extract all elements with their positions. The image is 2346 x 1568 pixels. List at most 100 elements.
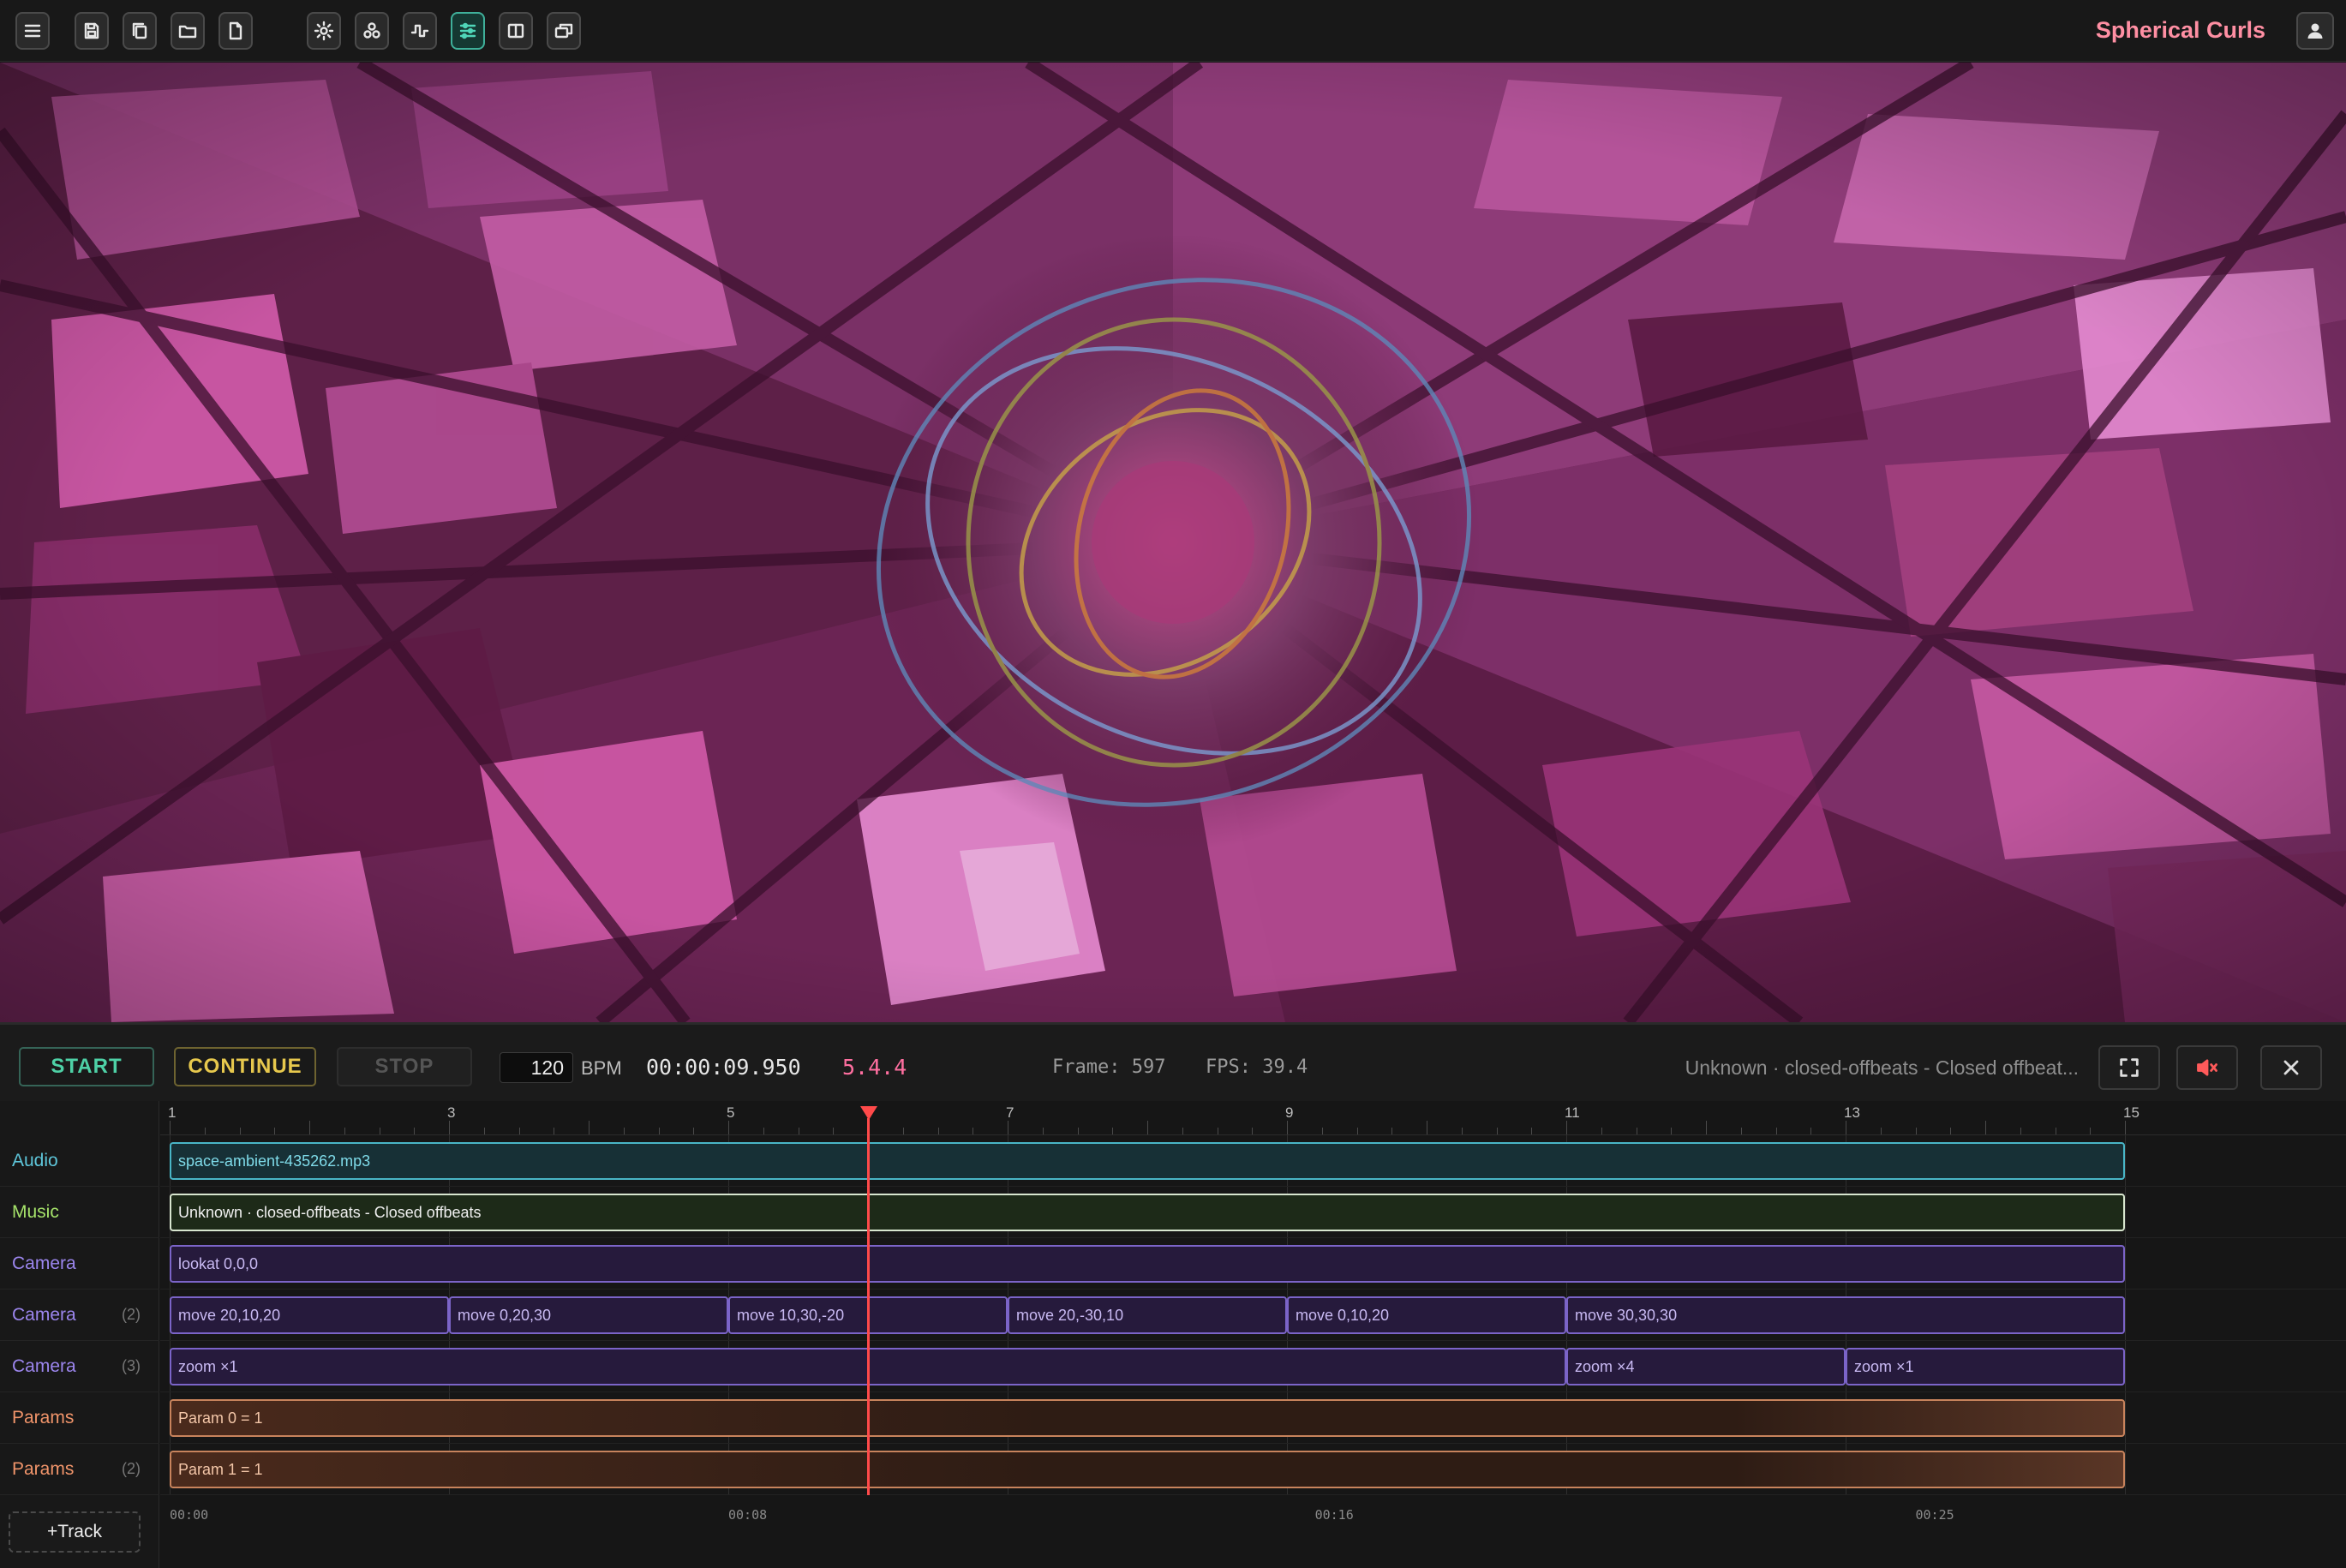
windows-icon bbox=[554, 23, 573, 39]
molecule-icon bbox=[363, 22, 380, 39]
menu-button[interactable] bbox=[15, 12, 50, 50]
ruler-tick bbox=[1182, 1128, 1183, 1134]
ruler-tick bbox=[1985, 1121, 1986, 1134]
ruler-tick bbox=[309, 1121, 310, 1134]
ruler-tick bbox=[902, 1128, 904, 1134]
track-label[interactable]: Params (2) bbox=[0, 1444, 159, 1495]
bar-number: 5 bbox=[727, 1104, 735, 1121]
user-icon bbox=[2307, 23, 2323, 39]
param-clip[interactable]: Param 0 = 1 bbox=[170, 1399, 2125, 1437]
ruler-tick bbox=[1810, 1128, 1812, 1134]
new-file-button[interactable] bbox=[218, 12, 253, 50]
track-label[interactable]: Params bbox=[0, 1392, 159, 1444]
cam-clip[interactable]: move 0,20,30 bbox=[449, 1296, 728, 1334]
track-index: (3) bbox=[122, 1357, 141, 1374]
waveform-button[interactable] bbox=[403, 12, 437, 50]
time-label: 00:25 bbox=[1915, 1507, 1954, 1523]
track-label[interactable]: Camera (3) bbox=[0, 1341, 159, 1392]
ruler-tick bbox=[483, 1128, 485, 1134]
bar-number: 7 bbox=[1006, 1104, 1014, 1121]
track-lane: Param 0 = 1 bbox=[160, 1392, 2346, 1444]
time-label: 00:08 bbox=[728, 1507, 768, 1523]
ruler-tick bbox=[1950, 1128, 1952, 1134]
save-button[interactable] bbox=[75, 12, 109, 50]
add-track-button[interactable]: +Track bbox=[9, 1511, 141, 1553]
layout-button[interactable] bbox=[499, 12, 533, 50]
user-button[interactable] bbox=[2296, 12, 2334, 50]
ruler-tick bbox=[1706, 1121, 1707, 1134]
track-lane: move 20,10,20 move 0,20,30 move 10,30,-20 m… bbox=[160, 1290, 2346, 1341]
sliders-button[interactable] bbox=[451, 12, 485, 50]
cam-clip[interactable]: move 20,-30,10 bbox=[1008, 1296, 1287, 1334]
track-name: Camera bbox=[12, 1304, 76, 1325]
ruler-tick bbox=[763, 1128, 764, 1134]
ruler-tick bbox=[1042, 1128, 1044, 1134]
copy-icon bbox=[132, 22, 147, 39]
ruler-tick bbox=[693, 1128, 695, 1134]
ruler-tick bbox=[623, 1128, 625, 1134]
param-clip[interactable]: Param 1 = 1 bbox=[170, 1451, 2125, 1488]
bar-number: 13 bbox=[1844, 1104, 1860, 1121]
ruler-tick bbox=[239, 1128, 241, 1134]
folder-open-icon bbox=[178, 25, 197, 39]
playhead-line bbox=[867, 1118, 870, 1495]
track-name: Camera bbox=[12, 1356, 76, 1376]
mute-button[interactable] bbox=[2176, 1045, 2238, 1090]
windows-button[interactable] bbox=[547, 12, 581, 50]
ruler-tick bbox=[1880, 1128, 1882, 1134]
track-index: (2) bbox=[122, 1460, 141, 1477]
bar-ruler[interactable]: 1 3 5 7 9 11 13 15 bbox=[160, 1101, 2346, 1135]
track-lane: Param 1 = 1 bbox=[160, 1444, 2346, 1495]
continue-button[interactable]: CONTINUE bbox=[174, 1047, 316, 1086]
close-button[interactable] bbox=[2260, 1045, 2322, 1090]
cam-clip[interactable]: move 0,10,20 bbox=[1287, 1296, 1566, 1334]
cam-clip[interactable]: move 20,10,20 bbox=[170, 1296, 449, 1334]
cam-clip[interactable]: zoom ×1 bbox=[1846, 1348, 2125, 1385]
scene-render bbox=[0, 63, 2346, 1022]
fps-counter: FPS: 39.4 bbox=[1206, 1056, 1308, 1078]
track-name: Params bbox=[12, 1407, 75, 1427]
audio-clip[interactable]: space-ambient-435262.mp3 bbox=[170, 1142, 2125, 1180]
bar-number: 3 bbox=[447, 1104, 456, 1121]
bpm-label: BPM bbox=[581, 1057, 622, 1079]
ruler-tick bbox=[1321, 1128, 1323, 1134]
ruler-tick bbox=[1566, 1121, 1567, 1134]
cam-clip[interactable]: zoom ×4 bbox=[1566, 1348, 1846, 1385]
track-label[interactable]: Music bbox=[0, 1187, 159, 1238]
ruler-tick bbox=[1252, 1128, 1254, 1134]
current-track-info: Unknown · closed-offbeats - Closed offbe… bbox=[1685, 1056, 2079, 1079]
cam-clip[interactable]: move 30,30,30 bbox=[1566, 1296, 2125, 1334]
ruler-tick bbox=[2125, 1121, 2126, 1134]
ruler-tick bbox=[728, 1121, 729, 1134]
open-folder-button[interactable] bbox=[171, 12, 205, 50]
track-lanes: space-ambient-435262.mp3 Unknown · closed… bbox=[160, 1135, 2346, 1512]
settings-button[interactable] bbox=[307, 12, 341, 50]
track-label[interactable]: Audio bbox=[0, 1135, 159, 1187]
track-lane: lookat 0,0,0 bbox=[160, 1238, 2346, 1290]
objects-button[interactable] bbox=[355, 12, 389, 50]
ruler-tick bbox=[414, 1128, 416, 1134]
sliders-icon bbox=[459, 22, 476, 39]
ruler-tick bbox=[274, 1128, 276, 1134]
ruler-tick bbox=[1601, 1128, 1602, 1134]
ruler-tick bbox=[1287, 1121, 1288, 1134]
music-clip[interactable]: Unknown · closed-offbeats - Closed offbe… bbox=[170, 1194, 2125, 1231]
ruler-tick bbox=[518, 1128, 520, 1134]
track-label[interactable]: Camera (2) bbox=[0, 1290, 159, 1341]
bar-number: 9 bbox=[1285, 1104, 1294, 1121]
fullscreen-button[interactable] bbox=[2098, 1045, 2160, 1090]
track-label[interactable]: Camera bbox=[0, 1238, 159, 1290]
ruler-tick bbox=[1496, 1128, 1498, 1134]
bpm-input[interactable] bbox=[500, 1052, 573, 1083]
render-viewport[interactable] bbox=[0, 63, 2346, 1022]
copy-button[interactable] bbox=[123, 12, 157, 50]
ruler-tick bbox=[1531, 1128, 1533, 1134]
cam-clip[interactable]: lookat 0,0,0 bbox=[170, 1245, 2125, 1283]
start-button[interactable]: START bbox=[19, 1047, 154, 1086]
close-icon bbox=[2283, 1060, 2299, 1075]
ruler-tick bbox=[449, 1121, 450, 1134]
menu-icon bbox=[24, 24, 41, 38]
stop-button[interactable]: STOP bbox=[337, 1047, 472, 1086]
ruler-tick bbox=[1391, 1128, 1393, 1134]
track-lane: space-ambient-435262.mp3 bbox=[160, 1135, 2346, 1187]
